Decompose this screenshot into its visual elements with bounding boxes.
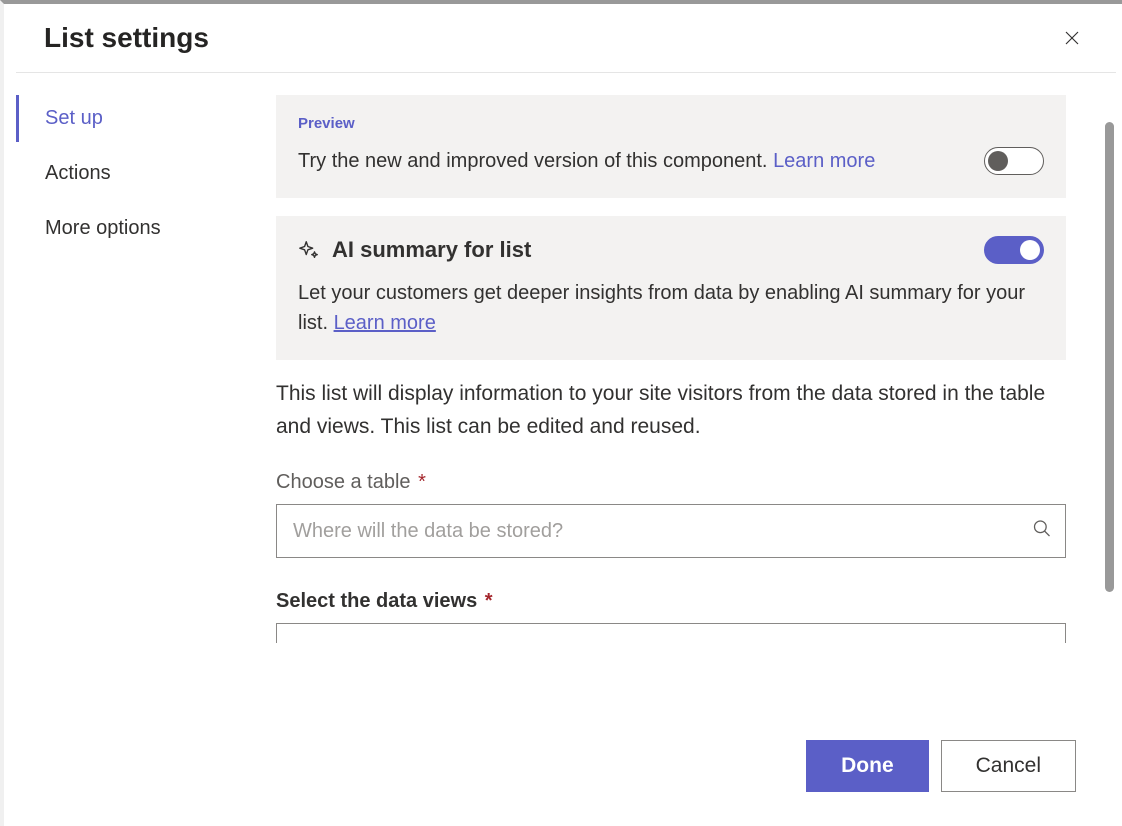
ai-learn-more-link[interactable]: Learn more — [334, 312, 436, 334]
content: Preview Try the new and improved version… — [276, 95, 1066, 643]
sidebar-item-label: Actions — [45, 162, 111, 184]
choose-table-input[interactable] — [276, 504, 1066, 558]
required-asterisk: * — [413, 471, 426, 493]
sidebar-item-label: More options — [45, 217, 161, 239]
list-description: This list will display information to yo… — [276, 378, 1066, 443]
choose-table-field — [276, 504, 1066, 558]
dialog-body: Set up Actions More options Preview Try … — [16, 73, 1116, 814]
ai-title-row: AI summary for list — [298, 236, 1044, 264]
scrollbar-thumb[interactable] — [1105, 122, 1114, 592]
choose-table-label: Choose a table * — [276, 471, 1066, 494]
close-icon — [1063, 29, 1081, 47]
sidebar-item-setup[interactable]: Set up — [16, 95, 276, 142]
ai-title: AI summary for list — [298, 237, 531, 263]
preview-row: Try the new and improved version of this… — [298, 146, 1044, 176]
dialog-footer: Done Cancel — [16, 722, 1116, 814]
ai-summary-card: AI summary for list Let your customers g… — [276, 216, 1066, 360]
list-settings-dialog: List settings Set up Actions More option… — [16, 4, 1116, 814]
ai-summary-toggle[interactable] — [984, 236, 1044, 264]
close-button[interactable] — [1056, 22, 1088, 54]
toggle-thumb — [988, 151, 1008, 171]
select-views-input[interactable] — [276, 623, 1066, 643]
dialog-header: List settings — [16, 4, 1116, 73]
dialog-title: List settings — [44, 22, 209, 54]
sidebar-item-actions[interactable]: Actions — [16, 150, 276, 197]
preview-toggle[interactable] — [984, 147, 1044, 175]
sidebar-item-label: Set up — [45, 107, 103, 129]
preview-text-wrap: Try the new and improved version of this… — [298, 146, 875, 176]
search-icon — [1032, 519, 1052, 544]
preview-text: Try the new and improved version of this… — [298, 150, 773, 172]
preview-card: Preview Try the new and improved version… — [276, 95, 1066, 198]
ai-title-text: AI summary for list — [332, 237, 531, 263]
select-views-label: Select the data views * — [276, 590, 1066, 613]
done-button[interactable]: Done — [806, 740, 929, 792]
ai-text-wrap: Let your customers get deeper insights f… — [298, 278, 1044, 338]
content-scroll[interactable]: Preview Try the new and improved version… — [276, 73, 1116, 814]
cancel-button[interactable]: Cancel — [941, 740, 1076, 792]
preview-badge: Preview — [298, 115, 1044, 132]
sparkle-icon — [298, 239, 320, 261]
sidebar-item-more-options[interactable]: More options — [16, 205, 276, 252]
preview-learn-more-link[interactable]: Learn more — [773, 150, 875, 172]
toggle-thumb — [1020, 240, 1040, 260]
required-asterisk: * — [479, 590, 492, 612]
sidebar: Set up Actions More options — [16, 73, 276, 814]
